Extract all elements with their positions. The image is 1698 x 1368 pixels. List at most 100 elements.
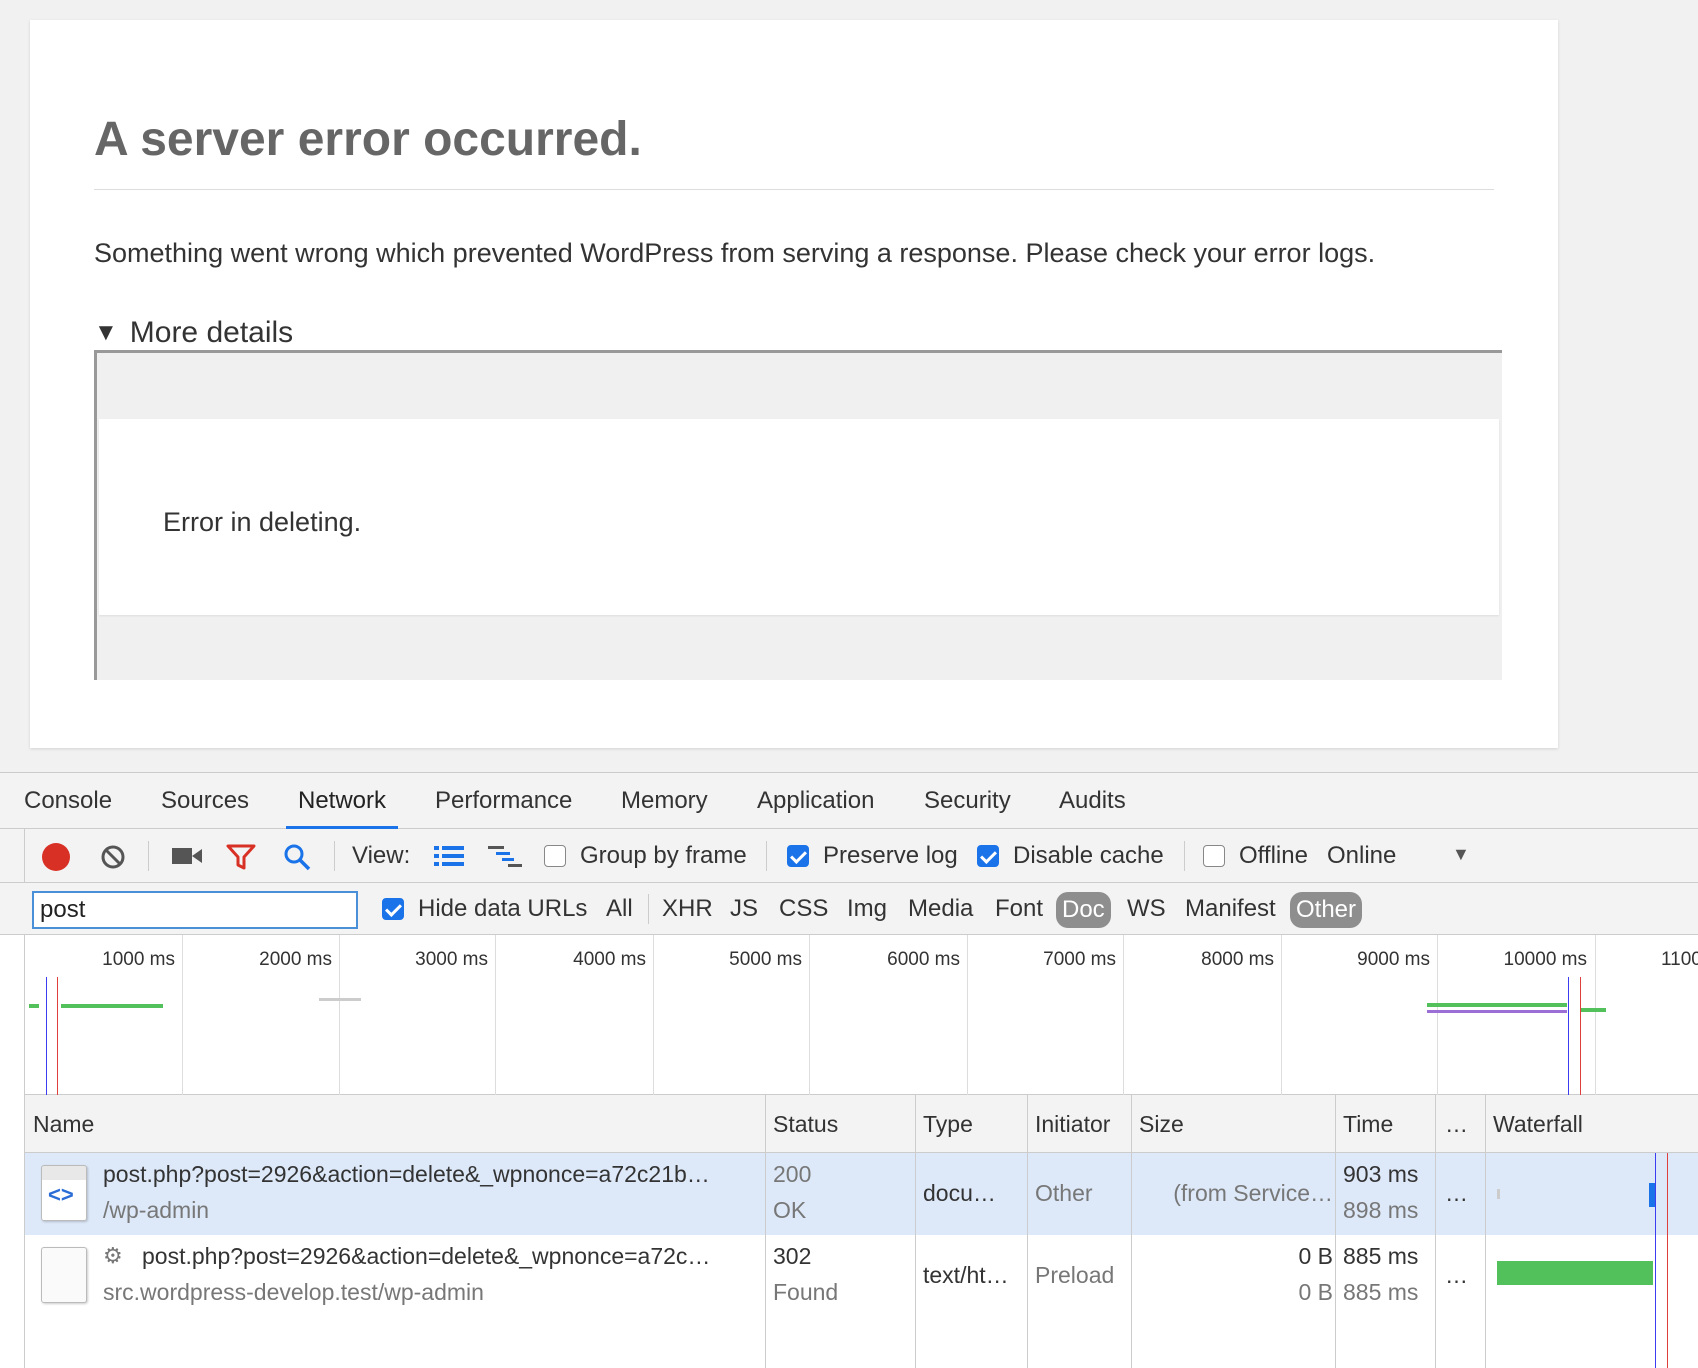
- preserve-log-label: Preserve log: [823, 842, 958, 869]
- column-header-size[interactable]: Size: [1139, 1095, 1184, 1153]
- overview-bar: [29, 1004, 39, 1008]
- group-by-frame-checkbox[interactable]: [544, 845, 566, 867]
- table-row[interactable]: post.php?post=2926&action=delete&_wpnonc…: [25, 1153, 1698, 1235]
- column-divider[interactable]: [1335, 1095, 1336, 1368]
- tab-memory[interactable]: Memory: [621, 773, 708, 829]
- overview-bar: [61, 1004, 163, 1008]
- throttle-select[interactable]: Online: [1327, 842, 1396, 870]
- tab-audits[interactable]: Audits: [1059, 773, 1126, 829]
- tick-label: 7000 ms: [1043, 949, 1116, 970]
- hide-data-urls-label: Hide data URLs: [418, 895, 588, 922]
- filter-icon[interactable]: [226, 843, 256, 871]
- request-type: docu…: [923, 1180, 996, 1206]
- load-event-line: [1667, 1153, 1668, 1368]
- wp-error-card: A server error occurred. Something went …: [30, 20, 1558, 748]
- column-header-initiator[interactable]: Initiator: [1035, 1095, 1110, 1153]
- hide-data-urls-checkbox[interactable]: [382, 898, 404, 920]
- tab-application[interactable]: Application: [757, 773, 874, 829]
- error-message: Something went wrong which prevented Wor…: [94, 238, 1376, 268]
- column-header-name[interactable]: Name: [33, 1095, 94, 1153]
- filter-type-img[interactable]: Img: [847, 895, 887, 923]
- request-time: 903 ms: [1343, 1161, 1419, 1187]
- tab-console[interactable]: Console: [24, 773, 112, 829]
- devtools-tabbar: Console Sources Network Performance Memo…: [0, 773, 1698, 829]
- gridline: [809, 935, 810, 1095]
- status-code: 200: [773, 1161, 812, 1187]
- request-latency: 898 ms: [1343, 1197, 1419, 1223]
- dom-content-loaded-line: [46, 977, 47, 1095]
- list-view-icon[interactable]: [434, 845, 464, 867]
- filter-type-font[interactable]: Font: [995, 895, 1043, 923]
- table-header: Name Status Type Initiator Size Time … W…: [25, 1095, 1698, 1153]
- column-header-status[interactable]: Status: [773, 1095, 838, 1153]
- tick-label: 9000 ms: [1357, 949, 1430, 970]
- disable-cache-checkbox[interactable]: [977, 845, 999, 867]
- offline-checkbox[interactable]: [1203, 845, 1225, 867]
- status-text: Found: [773, 1279, 839, 1305]
- filter-separator: [648, 894, 649, 924]
- tab-security[interactable]: Security: [924, 773, 1011, 829]
- tab-performance[interactable]: Performance: [435, 773, 572, 829]
- camera-icon[interactable]: [172, 846, 202, 866]
- column-divider[interactable]: [1027, 1095, 1028, 1368]
- network-overview[interactable]: 1000 ms 2000 ms 3000 ms 4000 ms 5000 ms …: [24, 935, 1698, 1095]
- filter-type-doc[interactable]: Doc: [1056, 892, 1111, 928]
- column-header-time[interactable]: Time: [1343, 1095, 1393, 1153]
- view-label: View:: [352, 842, 411, 869]
- request-name: post.php?post=2926&action=delete&_wpnonc…: [103, 1161, 710, 1187]
- filter-type-xhr[interactable]: XHR: [662, 895, 713, 923]
- overview-bar: [1427, 1010, 1567, 1013]
- filter-input[interactable]: [32, 891, 358, 929]
- table-row[interactable]: ⚙ post.php?post=2926&action=delete&_wpno…: [25, 1235, 1698, 1317]
- chevron-down-icon[interactable]: ▼: [1452, 844, 1470, 865]
- toolbar-divider: [24, 829, 25, 883]
- column-header-more[interactable]: …: [1445, 1095, 1468, 1153]
- toolbar-separator: [1184, 841, 1185, 871]
- tick-label: 1000 ms: [102, 949, 175, 970]
- status-code: 302: [773, 1243, 812, 1269]
- filter-type-other[interactable]: Other: [1290, 892, 1363, 928]
- tab-network[interactable]: Network: [286, 773, 399, 829]
- overview-bar: [1427, 1003, 1567, 1007]
- column-divider[interactable]: [1435, 1095, 1436, 1368]
- column-header-type[interactable]: Type: [923, 1095, 973, 1153]
- record-button[interactable]: [42, 843, 70, 871]
- dom-content-loaded-line: [1568, 977, 1569, 1095]
- dom-content-loaded-line: [1655, 1153, 1656, 1368]
- gridline: [339, 935, 340, 1095]
- more-columns: …: [1445, 1262, 1468, 1288]
- overview-bar: [1580, 1008, 1606, 1012]
- preserve-log-checkbox[interactable]: [787, 845, 809, 867]
- column-divider[interactable]: [1485, 1095, 1486, 1368]
- search-icon[interactable]: [282, 842, 312, 872]
- request-time: 885 ms: [1343, 1243, 1419, 1269]
- request-latency: 885 ms: [1343, 1279, 1419, 1305]
- column-divider[interactable]: [1131, 1095, 1132, 1368]
- filter-type-media[interactable]: Media: [908, 895, 973, 923]
- request-size: 0 B: [1298, 1243, 1333, 1269]
- filter-type-all[interactable]: All: [606, 895, 633, 923]
- tick-label: 3000 ms: [415, 949, 488, 970]
- gridline: [1595, 935, 1596, 1095]
- column-divider[interactable]: [765, 1095, 766, 1368]
- filter-type-manifest[interactable]: Manifest: [1185, 895, 1276, 923]
- gear-icon: ⚙: [103, 1243, 123, 1268]
- document-icon: [41, 1165, 87, 1221]
- tick-label: 10000 ms: [1503, 949, 1587, 970]
- column-divider[interactable]: [915, 1095, 916, 1368]
- more-details-toggle[interactable]: ▼ More details: [94, 316, 293, 350]
- filter-type-ws[interactable]: WS: [1127, 895, 1166, 923]
- page-title: A server error occurred.: [94, 112, 1494, 190]
- column-header-waterfall[interactable]: Waterfall: [1493, 1095, 1583, 1153]
- clear-icon[interactable]: [100, 844, 126, 870]
- waterfall-view-icon[interactable]: [488, 845, 522, 867]
- tick-label: 6000 ms: [887, 949, 960, 970]
- tab-sources[interactable]: Sources: [161, 773, 249, 829]
- waterfall-bar: [1497, 1189, 1500, 1199]
- filter-type-js[interactable]: JS: [730, 895, 758, 923]
- gridline: [182, 935, 183, 1095]
- details-frame: Error in deleting.: [94, 350, 1502, 680]
- filter-type-css[interactable]: CSS: [779, 895, 828, 923]
- request-content-size: 0 B: [1298, 1279, 1333, 1305]
- network-filterbar: Hide data URLs All XHR JS CSS Img Media …: [0, 883, 1698, 935]
